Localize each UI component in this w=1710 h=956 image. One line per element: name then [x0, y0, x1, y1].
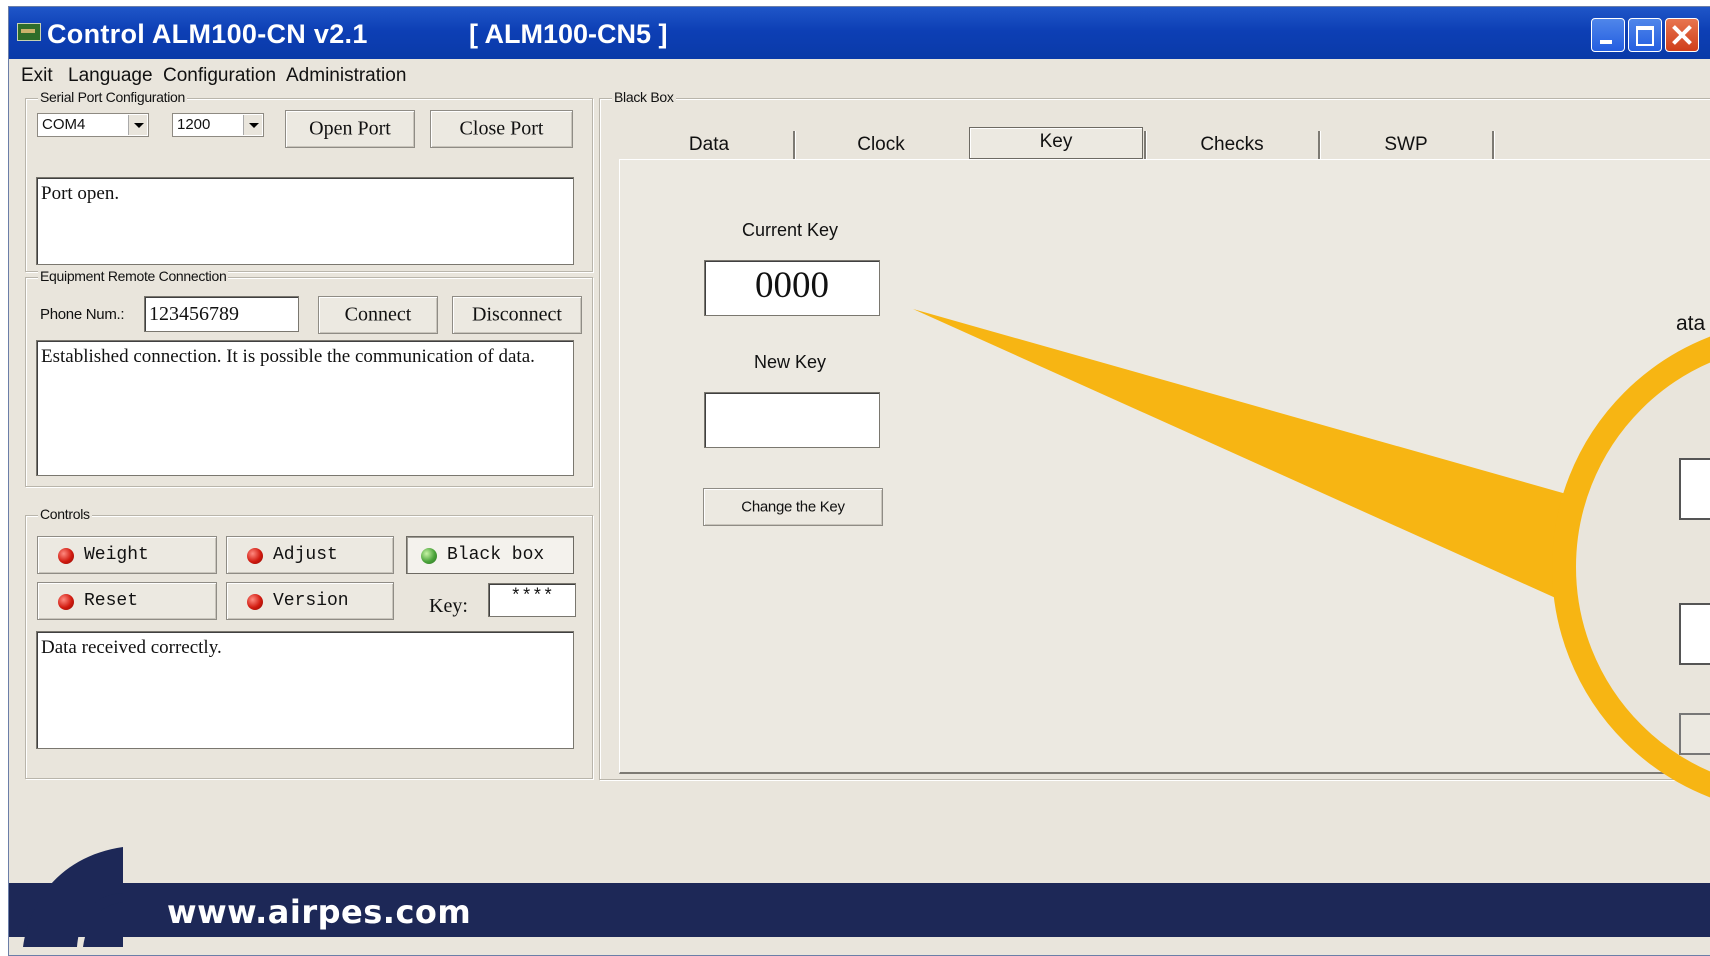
- baud-select-value: 1200: [177, 116, 211, 133]
- airpes-logo: [23, 847, 123, 947]
- app-icon: [17, 23, 41, 41]
- tab-swp-label: SWP: [1384, 134, 1428, 155]
- red-led-icon: [247, 594, 263, 610]
- minimize-button[interactable]: [1591, 18, 1625, 52]
- chevron-down-icon[interactable]: [128, 115, 147, 135]
- tab-clock-label: Clock: [857, 134, 905, 155]
- tab-key-label: Key: [1039, 131, 1073, 152]
- serial-port-legend: Serial Port Configuration: [38, 89, 188, 105]
- tab-checks[interactable]: Checks: [1146, 129, 1318, 159]
- connect-label: Connect: [344, 303, 412, 326]
- menu-administration[interactable]: Administration: [286, 65, 406, 87]
- close-button[interactable]: [1665, 18, 1699, 52]
- disconnect-label: Disconnect: [472, 303, 562, 326]
- green-led-icon: [421, 548, 437, 564]
- new-key-input[interactable]: [704, 392, 880, 448]
- controls-group: Controls Weight Adjust Black box Reset V…: [25, 506, 593, 779]
- change-key-label: Change the Key: [741, 498, 845, 516]
- weight-label: Weight: [84, 545, 149, 565]
- red-led-icon: [58, 548, 74, 564]
- device-title: [ ALM100-CN5 ]: [469, 19, 668, 49]
- weight-button[interactable]: Weight: [37, 536, 217, 574]
- serial-port-status-box[interactable]: Port open.: [36, 177, 574, 265]
- key-label: Key:: [429, 595, 468, 617]
- red-led-icon: [58, 594, 74, 610]
- version-button[interactable]: Version: [226, 582, 394, 620]
- port-select-value: COM4: [42, 116, 86, 133]
- reset-button[interactable]: Reset: [37, 582, 217, 620]
- serial-port-group: Serial Port Configuration COM4 1200 Open…: [25, 89, 593, 272]
- footer-bar: www.airpes.com: [9, 883, 1710, 937]
- menu-configuration[interactable]: Configuration: [163, 65, 276, 87]
- change-key-button[interactable]: Change the Key: [703, 488, 883, 526]
- reset-label: Reset: [84, 591, 139, 611]
- key-input[interactable]: ****: [488, 583, 576, 617]
- app-window: Control ALM100-CN v2.1 [ ALM100-CN5 ] Ex…: [8, 6, 1710, 956]
- title-bar[interactable]: Control ALM100-CN v2.1 [ ALM100-CN5 ]: [9, 7, 1710, 59]
- disconnect-button[interactable]: Disconnect: [452, 296, 582, 334]
- key-tab-panel: Current Key 0000 New Key Change the Key: [619, 159, 1710, 774]
- controls-status-box[interactable]: Data received correctly.: [36, 631, 574, 749]
- app-title: Control ALM100-CN v2.1: [47, 19, 368, 49]
- tab-key[interactable]: Key: [969, 127, 1143, 159]
- open-port-button[interactable]: Open Port: [285, 110, 415, 148]
- tab-data-label: Data: [688, 134, 730, 155]
- maximize-button[interactable]: [1628, 18, 1662, 52]
- version-label: Version: [273, 591, 349, 611]
- tab-data[interactable]: Data: [624, 129, 794, 159]
- tab-clock[interactable]: Clock: [795, 129, 967, 159]
- callout-partial-text: ata: [1676, 312, 1706, 335]
- remote-connection-legend: Equipment Remote Connection: [38, 268, 229, 284]
- phone-input[interactable]: 123456789: [144, 296, 299, 332]
- current-key-label: Current Key: [741, 220, 839, 240]
- chevron-down-icon[interactable]: [243, 115, 262, 135]
- controls-legend: Controls: [38, 506, 92, 522]
- open-port-label: Open Port: [309, 117, 391, 140]
- close-port-button[interactable]: Close Port: [430, 110, 573, 148]
- baud-select[interactable]: 1200: [172, 113, 264, 137]
- menu-bar: Exit Language Configuration Administrati…: [9, 59, 1710, 89]
- remote-connection-group: Equipment Remote Connection Phone Num.: …: [25, 268, 593, 487]
- website-link[interactable]: www.airpes.com: [167, 893, 471, 931]
- tab-swp[interactable]: SWP: [1320, 129, 1492, 159]
- menu-exit[interactable]: Exit: [21, 65, 53, 87]
- black-box-label: Black box: [447, 545, 545, 565]
- connect-button[interactable]: Connect: [318, 296, 438, 334]
- black-box-button[interactable]: Black box: [406, 536, 574, 574]
- port-select[interactable]: COM4: [37, 113, 149, 137]
- adjust-button[interactable]: Adjust: [226, 536, 394, 574]
- close-port-label: Close Port: [459, 117, 544, 140]
- tab-separator: [1492, 131, 1494, 159]
- black-box-legend: Black Box: [612, 89, 676, 105]
- tab-checks-label: Checks: [1200, 134, 1264, 155]
- current-key-field[interactable]: 0000: [704, 260, 880, 316]
- menu-language[interactable]: Language: [68, 65, 153, 87]
- red-led-icon: [247, 548, 263, 564]
- adjust-label: Adjust: [273, 545, 338, 565]
- phone-label: Phone Num.:: [40, 306, 125, 323]
- new-key-label: New Key: [753, 352, 827, 372]
- remote-status-box[interactable]: Established connection. It is possible t…: [36, 340, 574, 476]
